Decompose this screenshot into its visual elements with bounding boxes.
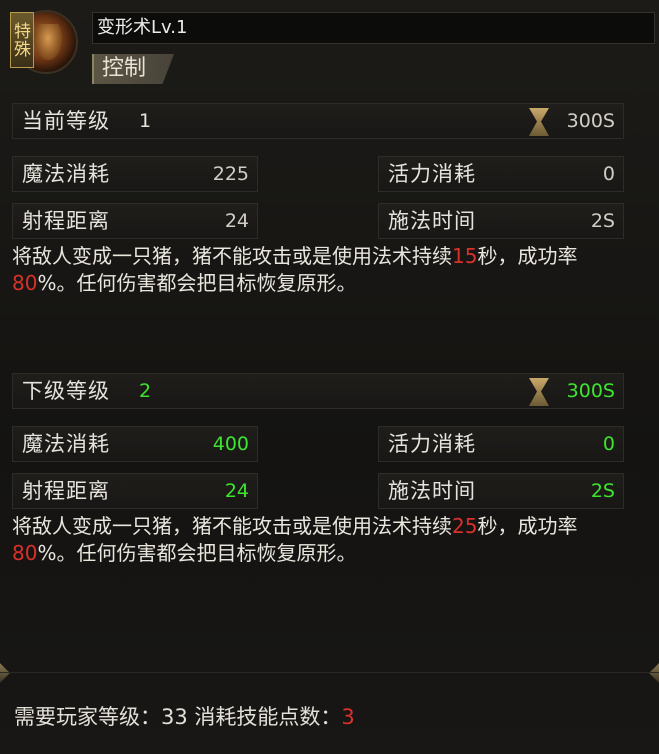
- desc-text: 秒，成功率: [477, 244, 578, 268]
- current-range-value: 24: [224, 210, 249, 232]
- current-level-row: 当前等级 1 300S: [12, 103, 624, 139]
- current-description: 将敌人变成一只猪，猪不能攻击或是使用法术持续15秒，成功率 80%。任何伤害都会把…: [12, 243, 632, 297]
- skill-points-label: 消耗技能点数：: [194, 705, 342, 729]
- current-vitality-label: 活力消耗: [388, 162, 476, 186]
- current-mana-row: 魔法消耗 225: [12, 156, 258, 192]
- current-range-label: 射程距离: [22, 209, 110, 233]
- desc-text: %。任何伤害都会把目标恢复原形。: [37, 541, 357, 565]
- next-range-label: 射程距离: [22, 479, 110, 503]
- desc-text: 秒，成功率: [477, 514, 578, 538]
- skill-tooltip: 特殊 变形术Lv.1 控制 当前等级 1 300S 魔法消耗 225 活力消耗 …: [0, 0, 659, 754]
- current-cost-value: 300S: [566, 110, 615, 132]
- current-cast-value: 2S: [590, 210, 615, 232]
- current-cast-row: 施法时间 2S: [378, 203, 624, 239]
- next-range-row: 射程距离 24: [12, 473, 258, 509]
- current-mana-value: 225: [212, 163, 249, 185]
- next-description: 将敌人变成一只猪，猪不能攻击或是使用法术持续25秒，成功率 80%。任何伤害都会把…: [12, 513, 632, 567]
- desc-duration: 25: [452, 514, 478, 538]
- next-cost-value: 300S: [566, 380, 615, 402]
- current-level-label: 当前等级: [22, 109, 110, 133]
- hourglass-icon: [529, 108, 549, 136]
- next-vitality-label: 活力消耗: [388, 432, 476, 456]
- next-range-value: 24: [224, 480, 249, 502]
- skill-points-value: 3: [341, 705, 355, 729]
- next-level-row: 下级等级 2 300S: [12, 373, 624, 409]
- current-vitality-value: 0: [602, 163, 615, 185]
- corner-ornament: [0, 663, 10, 683]
- skill-title: 变形术Lv.1: [92, 12, 655, 44]
- current-cast-label: 施法时间: [388, 209, 476, 233]
- next-mana-value: 400: [212, 433, 249, 455]
- next-cast-value: 2S: [590, 480, 615, 502]
- desc-text: 将敌人变成一只猪，猪不能攻击或是使用法术持续: [12, 514, 452, 538]
- desc-duration: 15: [452, 244, 478, 268]
- requirements: 需要玩家等级：33 消耗技能点数：3: [14, 702, 355, 732]
- current-range-row: 射程距离 24: [12, 203, 258, 239]
- player-level-value: 33: [161, 705, 188, 729]
- current-vitality-row: 活力消耗 0: [378, 156, 624, 192]
- next-vitality-value: 0: [602, 433, 615, 455]
- corner-ornament: [649, 663, 659, 683]
- desc-rate: 80: [12, 271, 38, 295]
- category-tag: 控制: [92, 54, 174, 84]
- current-mana-label: 魔法消耗: [22, 162, 110, 186]
- next-mana-row: 魔法消耗 400: [12, 426, 258, 462]
- desc-rate: 80: [12, 541, 38, 565]
- next-vitality-row: 活力消耗 0: [378, 426, 624, 462]
- next-mana-label: 魔法消耗: [22, 432, 110, 456]
- divider: [0, 672, 659, 673]
- desc-text: %。任何伤害都会把目标恢复原形。: [37, 271, 357, 295]
- next-level-value: 2: [139, 380, 152, 402]
- hourglass-icon: [529, 378, 549, 406]
- desc-text: 将敌人变成一只猪，猪不能攻击或是使用法术持续: [12, 244, 452, 268]
- special-badge: 特殊: [10, 12, 34, 68]
- next-level-label: 下级等级: [22, 379, 110, 403]
- next-cast-row: 施法时间 2S: [378, 473, 624, 509]
- current-level-value: 1: [139, 110, 152, 132]
- player-level-label: 需要玩家等级：: [14, 705, 161, 729]
- next-cast-label: 施法时间: [388, 479, 476, 503]
